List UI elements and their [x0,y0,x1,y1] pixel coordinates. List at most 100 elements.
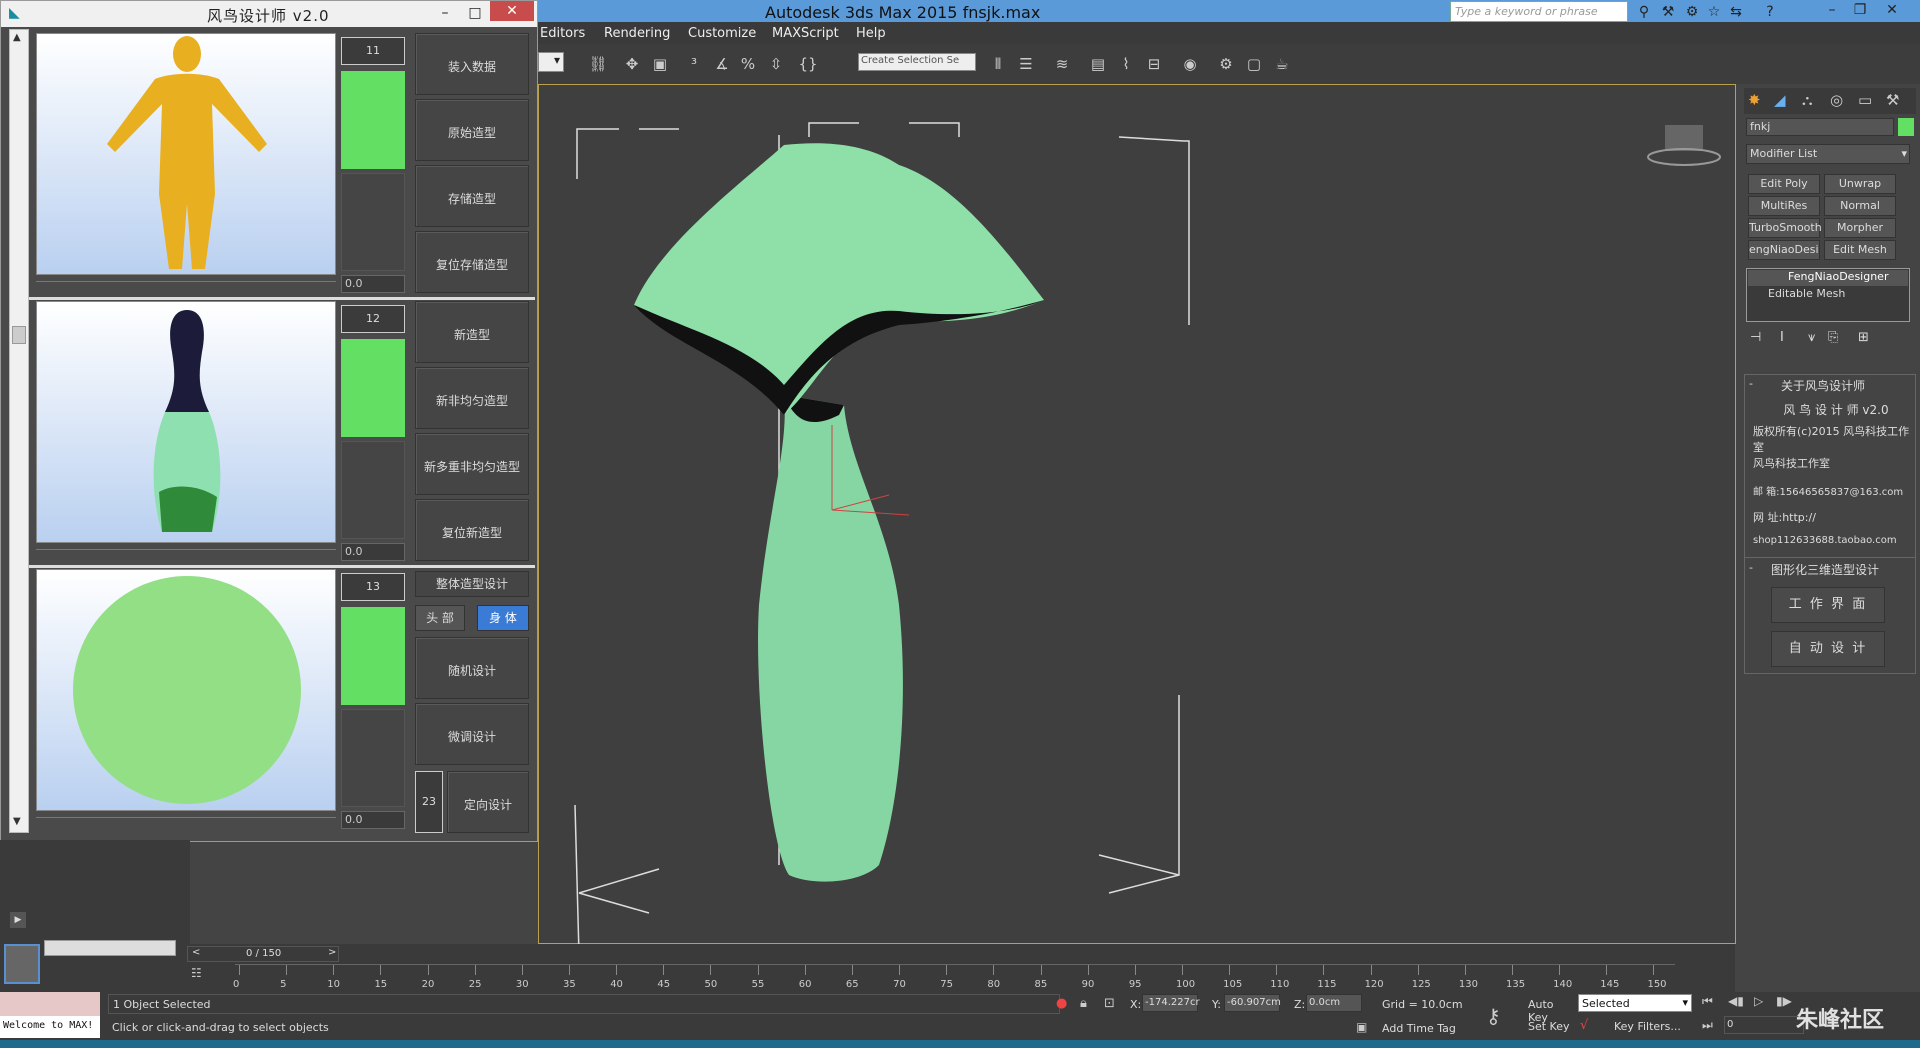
minimize-button[interactable]: – [1818,0,1846,20]
auto-key-button[interactable]: Auto Key [1524,994,1578,1024]
previous-key-icon[interactable]: ◀▮ [1728,994,1744,1008]
track-bar[interactable]: 0 5 10 15 20 25 30 35 40 45 50 55 60 65 70 75 80 85 90 95 10… [233,964,1675,992]
hierarchy-tab-icon[interactable]: ⛬ [1802,91,1813,109]
stack-item-fengniao[interactable]: FengNiaoDesigner [1748,270,1908,286]
help-icon[interactable]: ? [1760,2,1780,22]
menu-customize[interactable]: Customize [688,26,756,41]
snap-3d-icon[interactable]: ³ [682,52,706,76]
model-preview-bottle[interactable] [36,301,336,543]
fine-tune-design-button[interactable]: 微调设计 [415,703,529,765]
scroll-thumb[interactable] [12,326,26,344]
object-color-swatch[interactable] [1898,118,1914,136]
slot-3-spinner[interactable]: 0.0 [341,811,405,829]
slot-3-color-swatch[interactable] [341,607,405,705]
scroll-up-icon[interactable]: ▲ [13,32,21,43]
layer-icon[interactable]: ≋ [1050,52,1074,76]
head-button[interactable]: 头 部 [415,605,465,631]
z-coordinate-field[interactable]: 0.0cm [1306,994,1362,1012]
align-icon[interactable]: ☰ [1014,52,1038,76]
prev-frame-icon[interactable]: < [192,947,200,958]
slot-2-empty-swatch[interactable] [341,441,405,539]
remove-modifier-icon[interactable]: ⎘ [1828,330,1838,345]
store-shape-button[interactable]: 存储造型 [415,165,529,227]
new-multi-nonuniform-shape-button[interactable]: 新多重非均匀造型 [415,433,529,495]
welcome-field[interactable]: Welcome to MAX! [0,1016,100,1038]
minimize-viewport-icon[interactable] [4,944,40,984]
modify-tab-icon[interactable]: ◢ [1774,91,1786,109]
current-frame-field[interactable]: 0 [1724,1016,1804,1034]
slot-1-spinner[interactable]: 0.0 [341,275,405,293]
directed-design-button[interactable]: 定向设计 [447,771,529,833]
angle-snap-icon[interactable]: ∡ [710,52,734,76]
auto-design-button[interactable]: 自 动 设 计 [1771,631,1885,667]
display-tab-icon[interactable]: ▭ [1858,91,1872,109]
wrench-icon[interactable]: ⚙ [1682,2,1702,22]
rendered-frame-icon[interactable]: ▢ [1242,52,1266,76]
dialog-scrollbar[interactable]: ▲ ▼ [9,29,29,833]
play-script-icon[interactable]: ▶ [10,912,26,928]
menu-help[interactable]: Help [856,26,886,41]
slot-1-empty-swatch[interactable] [341,173,405,271]
selection-set-dropdown[interactable]: Create Selection Se [858,53,976,71]
menu-editors[interactable]: Editors [540,26,585,41]
close-button[interactable]: ✕ [1878,0,1906,20]
set-key-button[interactable]: Set Key [1524,1016,1578,1036]
modifier-list-dropdown[interactable]: Modifier List ▾ [1746,144,1910,164]
model-preview-human[interactable] [36,33,336,275]
spinner-snap-icon[interactable]: ⇳ [764,52,788,76]
y-coordinate-field[interactable]: -60.907cm [1224,994,1281,1012]
mod-multires-button[interactable]: MultiRes [1748,196,1820,216]
perspective-viewport[interactable] [538,84,1736,945]
key-filters-button[interactable]: Key Filters... [1606,1016,1692,1036]
mod-edit-mesh-button[interactable]: Edit Mesh [1824,240,1896,260]
mod-morpher-button[interactable]: Morpher [1824,218,1896,238]
graphite-icon[interactable]: ▤ [1086,52,1110,76]
menu-maxscript[interactable]: MAXScript [772,26,839,41]
reset-stored-shape-button[interactable]: 复位存储造型 [415,231,529,293]
body-button[interactable]: 身 体 [477,605,529,631]
configure-sets-icon[interactable]: ⊞ [1858,330,1869,345]
filter-dropdown[interactable]: ▾ [538,52,564,72]
material-editor-icon[interactable]: ◉ [1178,52,1202,76]
object-name-field[interactable]: fnkj [1746,118,1894,136]
utilities-tab-icon[interactable]: ⚒ [1886,91,1899,109]
next-frame-icon[interactable]: > [328,947,336,958]
lock-selection-icon[interactable]: 🔒︎ [1080,996,1087,1011]
slot-3-empty-swatch[interactable] [341,709,405,807]
next-key-icon[interactable]: ▮▶ [1776,994,1792,1008]
mod-unwrap-uvw-button[interactable]: Unwrap UVW [1824,174,1896,208]
pin-stack-icon[interactable]: ⊣ [1750,330,1761,345]
curve-editor-icon[interactable]: ⌇ [1114,52,1138,76]
show-end-result-icon[interactable]: Ⅰ [1780,330,1784,345]
rollout-collapse-icon[interactable]: - [1749,561,1753,574]
scroll-down-icon[interactable]: ▼ [13,816,21,827]
key-mode-toggle-icon[interactable]: ⏭ [1702,1018,1713,1033]
add-time-tag[interactable]: Add Time Tag [1382,1022,1456,1035]
schematic-icon[interactable]: ⊟ [1142,52,1166,76]
mirror-icon[interactable]: ⫴ [986,52,1010,76]
move-icon[interactable]: ✥ [620,52,644,76]
go-to-start-icon[interactable]: ⏮ [1702,994,1713,1009]
slot-1-color-swatch[interactable] [341,71,405,169]
original-shape-button[interactable]: 原始造型 [415,99,529,161]
maximize-button[interactable]: ❐ [1846,0,1874,20]
time-tag-icon[interactable]: ▣ [1356,1020,1367,1034]
time-slider[interactable]: < 0 / 150 > [187,946,339,962]
work-interface-button[interactable]: 工 作 界 面 [1771,587,1885,623]
percent-snap-icon[interactable]: % [736,52,760,76]
help-search-input[interactable]: Type a keyword or phrase [1450,1,1628,22]
binoculars-icon[interactable]: ⚲ [1634,2,1654,22]
default-in-out-icon[interactable]: √ [1580,1018,1588,1033]
new-shape-button[interactable]: 新造型 [415,301,529,363]
play-icon[interactable]: ▷ [1754,994,1763,1008]
new-nonuniform-shape-button[interactable]: 新非均匀造型 [415,367,529,429]
load-data-button[interactable]: 装入数据 [415,33,529,95]
rollout-collapse-icon[interactable]: - [1749,377,1753,390]
render-teapot-icon[interactable]: ☕ [1270,52,1294,76]
mod-turbosmooth-button[interactable]: TurboSmooth [1748,218,1822,238]
isolate-icon[interactable]: ● [1056,996,1067,1011]
menu-rendering[interactable]: Rendering [604,26,670,41]
model-preview-sphere[interactable] [36,569,336,811]
star-icon[interactable]: ☆ [1704,2,1724,22]
slot-1-slider[interactable] [36,281,336,293]
